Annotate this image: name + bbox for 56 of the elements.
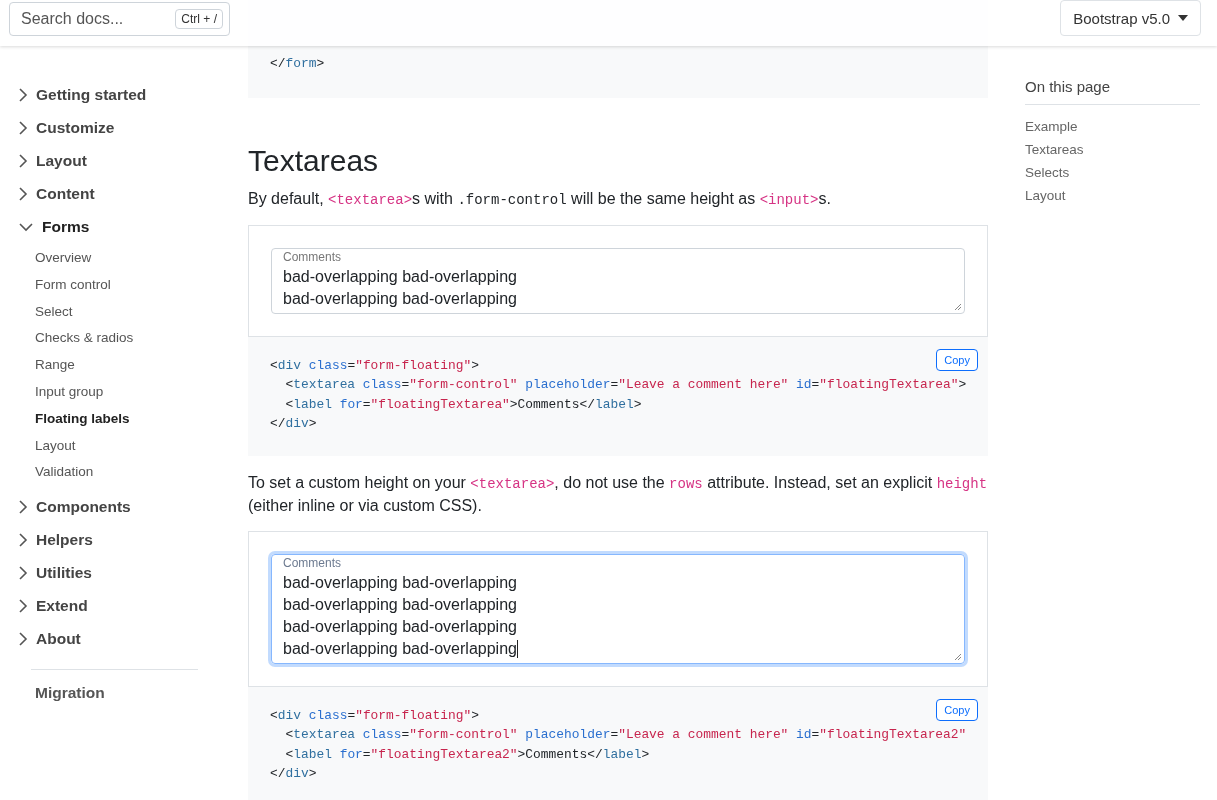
sidebar-group[interactable]: Helpers (36, 530, 93, 549)
code-line: <textarea class="form-control" placeholder="Leave a comment here" id="floatingTextarea2" (284, 726, 967, 744)
chevron-right-icon (18, 630, 28, 647)
chevron-down-icon (18, 221, 34, 232)
code-line: </div> (270, 765, 317, 783)
sidebar-group[interactable]: Utilities (36, 563, 92, 582)
chevron-right-icon (18, 498, 28, 515)
code-line: <label for="floatingTextarea2">Comments</label> (284, 745, 650, 764)
toc-link[interactable]: Layout (1025, 184, 1200, 207)
code-line: <textarea class="form-control" placeholder="Leave a comment here" id="floatingTextarea"> (284, 376, 967, 394)
sidebar-group[interactable]: Layout (36, 151, 87, 170)
code-line: <div class="form-floating"> (270, 356, 479, 375)
shortcut-hint: Ctrl + / (175, 9, 223, 29)
code-line: </form> (270, 55, 325, 73)
sidebar-item[interactable]: Input group (35, 379, 248, 406)
sidebar-group[interactable]: Customize (36, 118, 115, 137)
copy-button[interactable]: Copy (936, 698, 978, 721)
sidebar-item[interactable]: Floating labels (35, 405, 248, 433)
code-line: <div class="form-floating"> (270, 706, 479, 725)
code-line: <label for="floatingTextarea">Comments</label> (284, 395, 642, 414)
toc-link[interactable]: Selects (1025, 161, 1200, 184)
sidebar-item[interactable]: Overview (35, 245, 248, 272)
sidebar-item[interactable]: Select (35, 298, 248, 326)
toc-link[interactable]: Example (1025, 115, 1200, 138)
copy-button[interactable]: Copy (936, 348, 978, 371)
caret-icon (1178, 15, 1188, 21)
code-line: </div> (270, 415, 317, 433)
sidebar-group[interactable]: Getting started (36, 85, 147, 104)
floating-label: Comments (283, 555, 341, 570)
paragraph: To set a custom height on your <textarea>, do not use the rows attribute. Instead, set an explicit height (either inline or via custom CSS). (248, 472, 988, 516)
toc-link[interactable]: Textareas (1025, 138, 1200, 161)
sidebar-item[interactable]: Checks & radios (35, 325, 248, 353)
chevron-right-icon (18, 119, 28, 136)
chevron-right-icon (18, 185, 28, 202)
sidebar-group[interactable]: Components (36, 497, 131, 516)
section-heading: Textareas (248, 143, 380, 178)
sidebar-group[interactable]: Extend (36, 596, 88, 615)
chevron-right-icon (18, 152, 28, 169)
chevron-right-icon (18, 564, 28, 581)
sidebar-item[interactable]: Form control (35, 271, 248, 299)
toc-title: On this page (1025, 78, 1200, 105)
floating-label: Comments (283, 249, 341, 264)
sidebar-item[interactable]: Layout (35, 432, 248, 460)
sidebar-group[interactable]: Forms (42, 217, 90, 236)
chevron-right-icon (18, 86, 28, 103)
sidebar-group[interactable]: Content (36, 184, 95, 203)
sidebar-link[interactable]: Migration (18, 684, 248, 703)
resize-grip-icon[interactable] (954, 302, 962, 311)
version-dropdown[interactable]: Bootstrap v5.0 (1060, 0, 1201, 36)
chevron-right-icon (18, 531, 28, 548)
paragraph: By default, <textarea>s with .form-control will be the same height as <input>s. (248, 188, 832, 210)
chevron-right-icon (18, 597, 28, 614)
resize-grip-icon[interactable] (954, 652, 962, 661)
sidebar-item[interactable]: Range (35, 352, 248, 379)
sidebar-group[interactable]: About (36, 629, 81, 648)
sidebar-item[interactable]: Validation (35, 459, 248, 487)
